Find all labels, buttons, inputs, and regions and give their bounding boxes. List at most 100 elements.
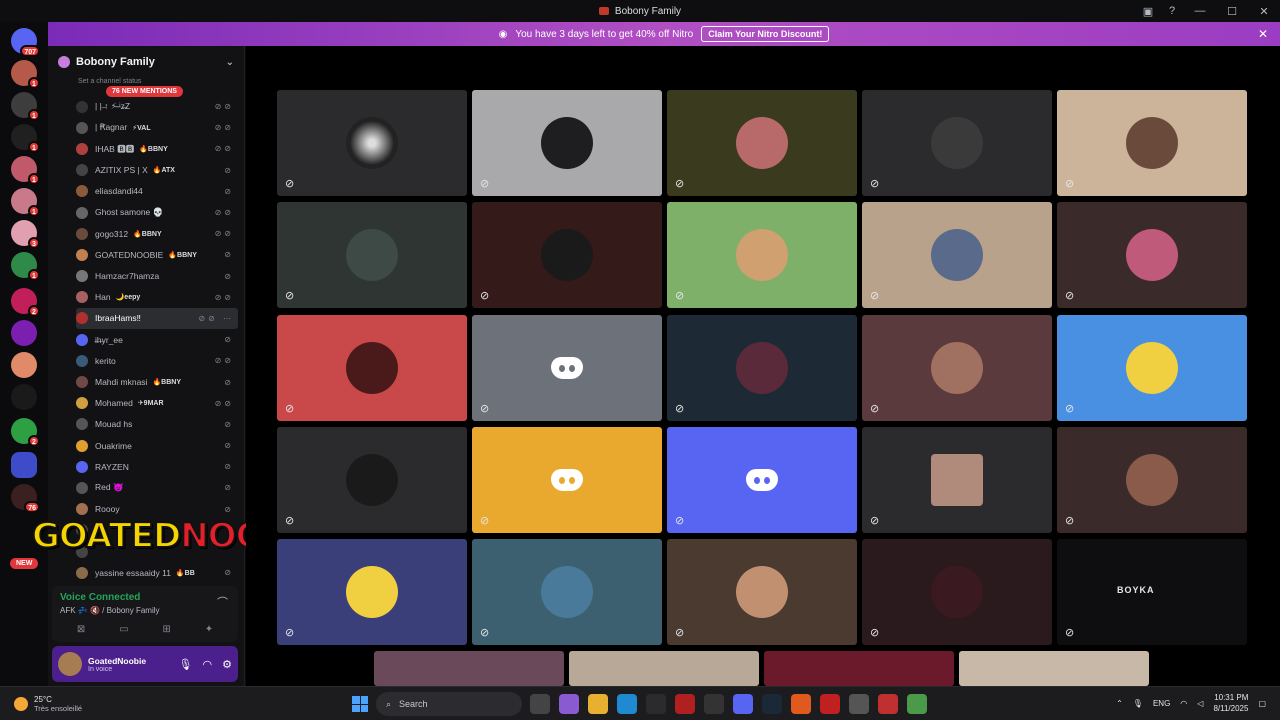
participant-tile[interactable]: ⊘: [277, 90, 467, 196]
close-icon[interactable]: ✕: [1258, 27, 1268, 41]
list-item[interactable]: eliasdandi44 ⊘: [76, 181, 238, 202]
participant-tile[interactable]: ⊘: [1057, 315, 1247, 421]
participant-tile[interactable]: ⊘: [667, 315, 857, 421]
participant-tile[interactable]: ⊘: [862, 315, 1052, 421]
participant-tile[interactable]: ⊘: [862, 202, 1052, 308]
list-item[interactable]: Ghost samone 💀 ⊘⊘: [76, 202, 238, 223]
file-explorer-icon[interactable]: [588, 694, 608, 714]
list-item[interactable]: gogo312 🔥BBNY ⊘⊘: [76, 223, 238, 244]
server-icon[interactable]: 2: [11, 418, 40, 447]
list-item[interactable]: Ouakrime ⊘: [76, 435, 238, 456]
camera-icon[interactable]: ⊠: [77, 624, 85, 635]
home-button[interactable]: 707: [11, 28, 40, 57]
server-icon[interactable]: 1: [11, 92, 40, 121]
notifications-icon[interactable]: ▢: [1258, 699, 1266, 708]
minimize-button[interactable]: —: [1184, 5, 1216, 17]
windows-start-icon[interactable]: [352, 696, 368, 712]
list-item[interactable]: kerito ⊘⊘: [76, 350, 238, 371]
folder-icon[interactable]: [11, 452, 37, 478]
list-item[interactable]: Red 👿 ⊘: [76, 477, 238, 498]
taskbar-search[interactable]: ⌕ Search: [376, 692, 522, 716]
app-icon[interactable]: [704, 694, 724, 714]
app-icon[interactable]: [849, 694, 869, 714]
server-icon[interactable]: [11, 352, 37, 378]
list-item[interactable]: GOATEDNOOBIE 🔥BBNY ⊘: [76, 244, 238, 265]
chevron-up-icon[interactable]: ⌃: [1116, 699, 1123, 708]
app-icon[interactable]: [646, 694, 666, 714]
app-icon[interactable]: [675, 694, 695, 714]
participant-tile[interactable]: ⊘: [862, 539, 1052, 645]
close-window-button[interactable]: ✕: [1248, 5, 1280, 18]
task-view-icon[interactable]: [530, 694, 550, 714]
chevron-down-icon[interactable]: ⌄: [226, 57, 234, 68]
disconnect-icon[interactable]: ⌒: [217, 594, 228, 610]
participant-tile[interactable]: ⊘: [277, 539, 467, 645]
list-item[interactable]: Mohamed ✈9MAR ⊘⊘: [76, 393, 238, 414]
participant-tile[interactable]: ⊘: [1057, 202, 1247, 308]
participant-tile[interactable]: [764, 651, 954, 686]
server-icon[interactable]: 1: [11, 156, 40, 185]
activity-icon[interactable]: ⊞: [162, 624, 170, 635]
list-item[interactable]: Mouad hs ⊘: [76, 414, 238, 435]
app-icon[interactable]: [820, 694, 840, 714]
microphone-icon[interactable]: 🎙: [179, 658, 193, 671]
more-options-icon[interactable]: ⊘⊘ ⋯: [198, 314, 234, 323]
help-icon[interactable]: ?: [1160, 5, 1184, 17]
discord-icon[interactable]: [733, 694, 753, 714]
server-icon[interactable]: 3: [11, 220, 40, 249]
participant-tile[interactable]: ⊘: [277, 427, 467, 533]
app-icon[interactable]: [878, 694, 898, 714]
server-icon[interactable]: 2: [11, 288, 40, 317]
wifi-icon[interactable]: ◠: [1180, 699, 1187, 708]
list-item[interactable]: RAYZEN ⊘: [76, 456, 238, 477]
server-icon[interactable]: [11, 320, 37, 346]
list-item[interactable]: yassine essaaidy 11 🔥BB ⊘: [76, 562, 238, 583]
list-item[interactable]: AZITIX PS | X 🔥ATX ⊘: [76, 160, 238, 181]
guild-header[interactable]: Bobony Family ⌄: [48, 46, 244, 78]
participant-tile[interactable]: [959, 651, 1149, 686]
participant-tile[interactable]: [374, 651, 564, 686]
maximize-button[interactable]: ☐: [1216, 5, 1248, 18]
participant-tile[interactable]: [569, 651, 759, 686]
participant-tile[interactable]: ⊘: [667, 90, 857, 196]
list-item[interactable]: Mahdi mknasi 🔥BBNY ⊘: [76, 371, 238, 392]
inbox-icon[interactable]: ▣: [1136, 5, 1160, 18]
clock[interactable]: 10:31 PM 8/11/2025: [1213, 692, 1248, 714]
steam-icon[interactable]: [762, 694, 782, 714]
list-item[interactable]: IbraaHams‼ ⊘⊘ ⋯: [76, 307, 238, 330]
server-icon[interactable]: 1: [11, 188, 40, 217]
copilot-icon[interactable]: [559, 694, 579, 714]
participant-tile[interactable]: ⊘: [862, 427, 1052, 533]
server-icon[interactable]: 1: [11, 124, 40, 153]
headphones-icon[interactable]: ◠: [203, 658, 213, 671]
participant-tile[interactable]: ⊘: [277, 315, 467, 421]
claim-nitro-button[interactable]: Claim Your Nitro Discount!: [701, 26, 830, 42]
server-icon[interactable]: 76: [11, 484, 40, 513]
participant-tile[interactable]: ⊘: [472, 315, 662, 421]
participant-tile[interactable]: ⊘: [1057, 90, 1247, 196]
participant-tile[interactable]: ⊘: [277, 202, 467, 308]
participant-tile[interactable]: ⊘: [1057, 427, 1247, 533]
list-item[interactable]: i̶h̶yr_ee ⊘: [76, 329, 238, 350]
participant-tile[interactable]: ⊘: [472, 427, 662, 533]
gear-icon[interactable]: ⚙: [222, 658, 232, 671]
voice-channel-path[interactable]: AFK 💤 🔇 / Bobony Family: [60, 606, 160, 615]
screen-share-icon[interactable]: ▭: [119, 624, 128, 635]
list-item[interactable]: | Ꞧagnar ⚡VAL ⊘⊘: [76, 117, 238, 138]
list-item[interactable]: | | ̶↑ ⚡ ⁱ̶z̶Z ⊘⊘: [76, 96, 238, 117]
participant-tile[interactable]: ⊘: [667, 539, 857, 645]
participant-tile[interactable]: ⊘: [667, 427, 857, 533]
server-icon[interactable]: [11, 384, 37, 410]
chrome-icon[interactable]: [907, 694, 927, 714]
app-icon[interactable]: [791, 694, 811, 714]
list-item[interactable]: Han 🌙eepy ⊘⊘: [76, 287, 238, 308]
edge-icon[interactable]: [617, 694, 637, 714]
participant-tile[interactable]: ⊘: [667, 202, 857, 308]
volume-icon[interactable]: ◁: [1197, 699, 1203, 708]
server-icon[interactable]: 1: [11, 252, 40, 281]
weather-widget[interactable]: 25°C Très ensoleillé: [14, 695, 82, 713]
avatar[interactable]: [58, 652, 82, 676]
participant-tile[interactable]: ⊘: [472, 539, 662, 645]
participant-tile[interactable]: ⊘: [472, 202, 662, 308]
participant-tile[interactable]: ⊘: [472, 90, 662, 196]
